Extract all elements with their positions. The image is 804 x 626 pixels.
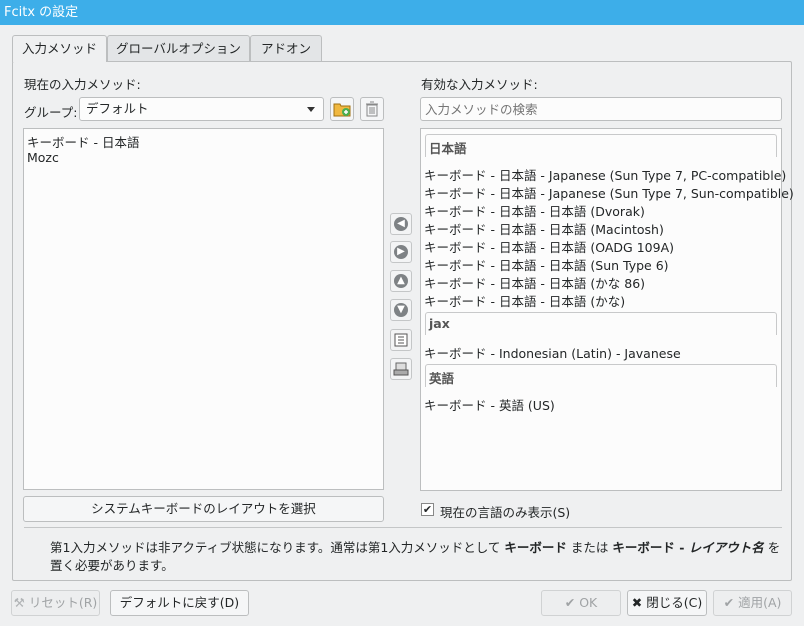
list-item[interactable]: キーボード - 英語 (US) [424, 395, 555, 414]
group-header-label: 英語 [429, 371, 455, 386]
search-input[interactable] [420, 97, 782, 121]
info-message: 第1入力メソッドは非アクティブ状態になります。通常は第1入力メソッドとして キー… [50, 539, 785, 575]
folder-add-icon [333, 103, 351, 117]
ok-label: OK [579, 595, 598, 610]
current-im-header: 現在の入力メソッド: [24, 77, 141, 92]
restore-defaults-button[interactable]: デフォルトに戻す(D) [110, 590, 249, 616]
delete-group-button[interactable] [360, 97, 384, 121]
info-bold-layout: キーボード - レイアウト名 [612, 540, 763, 555]
brush-icon: ⚒ [13, 595, 25, 610]
ok-button[interactable]: ✔ OK [541, 590, 621, 616]
divider [24, 527, 782, 528]
list-item[interactable]: Mozc [27, 150, 59, 165]
keyboard-icon [393, 362, 409, 376]
close-label: 閉じる(C) [646, 595, 703, 610]
close-icon: ✖ [631, 595, 643, 610]
apply-icon: ✔ [723, 595, 735, 610]
group-select[interactable]: デフォルト [79, 97, 324, 121]
reset-label: リセット(R) [28, 595, 98, 610]
list-settings-icon [394, 333, 408, 347]
group-label: グループ: [24, 105, 78, 120]
list-item[interactable]: キーボード - 日本語 - 日本語 (かな) [424, 291, 625, 310]
group-header: 英語 [425, 364, 777, 387]
move-down-button[interactable]: ▼ [390, 299, 412, 321]
list-item[interactable]: キーボード - 日本語 - 日本語 (かな 86) [424, 273, 645, 292]
group-header-label: jax [429, 316, 450, 331]
list-item[interactable]: キーボード - 日本語 - Japanese (Sun Type 7, PC-c… [424, 165, 786, 184]
move-left-button[interactable]: ◀ [390, 213, 412, 235]
reset-button[interactable]: ⚒ リセット(R) [11, 590, 100, 616]
configure-button[interactable] [390, 329, 412, 351]
move-up-button[interactable]: ▲ [390, 270, 412, 292]
arrow-right-icon: ▶ [394, 245, 408, 259]
group-select-value: デフォルト [86, 101, 149, 116]
available-im-header: 有効な入力メソッド: [421, 77, 538, 92]
ok-icon: ✔ [564, 595, 576, 610]
tab-label: 入力メソッド [21, 41, 97, 56]
group-header-label: 日本語 [429, 141, 467, 156]
list-item[interactable]: キーボード - 日本語 - 日本語 (OADG 109A) [424, 237, 674, 256]
info-text: 第1入力メソッドは非アクティブ状態になります。通常は第1入力メソッドとして [50, 540, 505, 555]
info-bold-italic: レイアウト名 [688, 540, 764, 555]
close-button[interactable]: ✖ 閉じる(C) [627, 590, 707, 616]
only-current-language-label: 現在の言語のみ表示(S) [440, 505, 571, 520]
tab-input-methods[interactable]: 入力メソッド [12, 35, 107, 62]
apply-button[interactable]: ✔ 適用(A) [713, 590, 792, 616]
info-text: または [566, 540, 613, 555]
info-bold-keyboard: キーボード [504, 540, 567, 555]
keyboard-layout-button[interactable] [390, 358, 412, 380]
chevron-down-icon [307, 107, 315, 112]
tab-label: グローバルオプション [116, 41, 241, 56]
arrow-down-icon: ▼ [394, 303, 408, 317]
list-item[interactable]: キーボード - 日本語 [27, 132, 139, 151]
list-item[interactable]: キーボード - 日本語 - 日本語 (Dvorak) [424, 201, 645, 220]
list-item[interactable]: キーボード - Indonesian (Latin) - Javanese [424, 343, 681, 362]
window-title: Fcitx の設定 [4, 5, 79, 20]
list-item[interactable]: キーボード - 日本語 - Japanese (Sun Type 7, Sun-… [424, 183, 794, 202]
available-im-list[interactable]: 日本語 キーボード - 日本語 - Japanese (Sun Type 7, … [420, 128, 794, 491]
arrow-left-icon: ◀ [394, 217, 408, 231]
add-group-button[interactable] [330, 97, 354, 121]
info-bold-prefix: キーボード - [612, 540, 689, 555]
trash-icon [366, 101, 378, 117]
current-im-list[interactable]: キーボード - 日本語 Mozc [23, 128, 384, 490]
group-header: 日本語 [425, 134, 777, 157]
group-header: jax [425, 312, 777, 335]
apply-label: 適用(A) [738, 595, 782, 610]
tab-label: アドオン [260, 41, 311, 56]
list-item[interactable]: キーボード - 日本語 - 日本語 (Macintosh) [424, 219, 664, 238]
tab-addons[interactable]: アドオン [250, 35, 322, 61]
tab-global-options[interactable]: グローバルオプション [107, 35, 250, 61]
list-item[interactable]: キーボード - 日本語 - 日本語 (Sun Type 6) [424, 255, 669, 274]
title-bar: Fcitx の設定 [0, 0, 804, 25]
move-right-button[interactable]: ▶ [390, 241, 412, 263]
arrow-up-icon: ▲ [394, 274, 408, 288]
only-current-language-checkbox[interactable]: ✔ [421, 503, 434, 516]
select-keyboard-layout-button[interactable]: システムキーボードのレイアウトを選択 [23, 496, 384, 522]
